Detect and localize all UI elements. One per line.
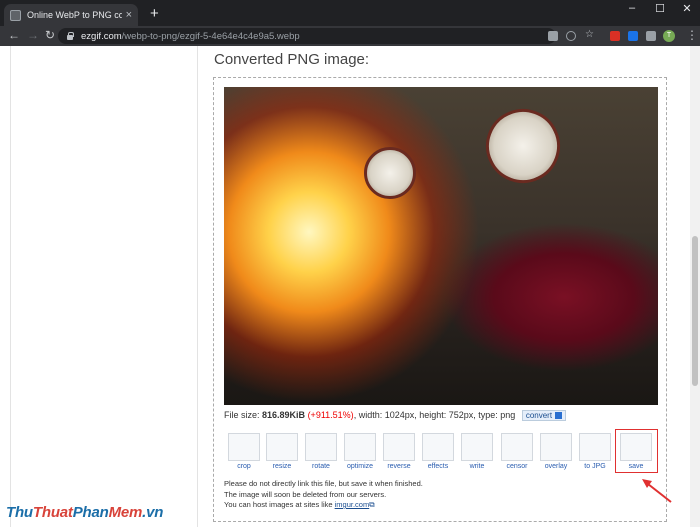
tool-crop-button[interactable]: crop: [227, 433, 261, 473]
url-path: /webp-to-png/ezgif-5-4e64e4c4e9a5.webp: [121, 30, 300, 42]
watermark-part: Phan: [72, 504, 109, 521]
write-icon: [461, 433, 493, 461]
browser-toolbar: ← → ↻ ezgif.com/webp-to-png/ezgif-5-4e64…: [0, 26, 700, 46]
menu-icon[interactable]: ⋮: [686, 28, 698, 42]
star-icon[interactable]: ☆: [585, 29, 597, 40]
tool-label: rotate: [312, 463, 330, 470]
url-text[interactable]: ezgif.com/webp-to-png/ezgif-5-4e64e4c4e9…: [81, 31, 300, 42]
tool-label: resize: [272, 463, 292, 470]
external-link-icon: ⧉: [369, 500, 375, 509]
forward-button[interactable]: →: [27, 28, 39, 42]
tool-label: overlay: [544, 463, 568, 470]
ezgif-favicon-icon: [10, 9, 21, 21]
watermark-part: Thu: [6, 504, 33, 521]
drum-right: [473, 96, 573, 196]
tool-write-button[interactable]: write: [460, 433, 494, 473]
watermark-part: .vn: [142, 504, 164, 521]
convert-label: convert: [525, 411, 553, 420]
note-line-1: Please do not directly link this file, b…: [224, 479, 423, 488]
censor-icon: [501, 433, 533, 461]
page-viewport: Converted PNG image: File size: 816.89Ki…: [0, 46, 700, 527]
tab-title: Online WebP to PNG converter: [27, 10, 122, 20]
watermark-part: Mem: [108, 504, 143, 521]
tool-resize-button[interactable]: resize: [265, 433, 299, 473]
tool-label: optimize: [346, 463, 374, 470]
converted-image-panel: File size: 816.89KiB (+911.51%), width: …: [213, 77, 667, 522]
resize-icon: [266, 433, 298, 461]
watermark-part: Thuat: [32, 504, 73, 521]
tab-close-icon[interactable]: ×: [126, 9, 132, 21]
profile-avatar[interactable]: T: [663, 30, 675, 42]
note-line-3: You can host images at sites like imgur.…: [224, 500, 423, 511]
close-window-button[interactable]: ✕: [677, 2, 697, 15]
eye-off-icon[interactable]: [566, 31, 576, 41]
watermark-logo: ThuThuatPhanMem.vn: [6, 504, 163, 521]
tool-reverse-button[interactable]: reverse: [382, 433, 416, 473]
reverse-icon: [383, 433, 415, 461]
reload-button[interactable]: ↻: [45, 28, 55, 42]
tool-optimize-button[interactable]: optimize: [343, 433, 377, 473]
rotate-icon: [305, 433, 337, 461]
tool-label: reverse: [387, 463, 411, 470]
tool-label: censor: [506, 463, 528, 470]
save-highlight-frame: [615, 429, 658, 473]
scrollbar[interactable]: [690, 46, 700, 527]
url-host: ezgif.com: [81, 30, 122, 42]
minimize-button[interactable]: –: [622, 2, 642, 14]
file-details: , width: 1024px, height: 752px, type: pn…: [353, 410, 516, 420]
tool-label: to JPG: [584, 463, 606, 470]
maximize-button[interactable]: ☐: [650, 2, 670, 15]
page-heading: Converted PNG image:: [214, 51, 370, 68]
left-sidebar-column: [10, 46, 198, 527]
tool-label: write: [469, 463, 485, 470]
to-jpg-icon: [579, 433, 611, 461]
tool-effects-button[interactable]: effects: [421, 433, 455, 473]
crop-icon: [228, 433, 260, 461]
note-line-3-prefix: You can host images at sites like: [224, 500, 335, 509]
file-info: File size: 816.89KiB (+911.51%), width: …: [224, 410, 567, 421]
convert-button[interactable]: convert: [521, 410, 567, 421]
back-button[interactable]: ←: [8, 28, 20, 42]
translate-icon[interactable]: [548, 31, 558, 41]
download-arrow-icon: [555, 412, 563, 419]
tool-label: crop: [237, 463, 251, 470]
tool-overlay-button[interactable]: overlay: [539, 433, 573, 473]
tool-censor-button[interactable]: censor: [500, 433, 534, 473]
lock-icon: [66, 32, 74, 40]
extension-s-icon[interactable]: [628, 31, 638, 41]
optimize-icon: [344, 433, 376, 461]
effects-icon: [422, 433, 454, 461]
tool-label: effects: [427, 463, 449, 470]
file-size-prefix: File size:: [224, 410, 263, 420]
converted-image[interactable]: [224, 87, 658, 405]
overlay-icon: [540, 433, 572, 461]
size-change: (+911.51%): [307, 410, 354, 420]
browser-tab[interactable]: Online WebP to PNG converter ×: [4, 4, 138, 26]
adblock-extension-icon[interactable]: [610, 31, 620, 41]
scrollbar-thumb[interactable]: [692, 236, 698, 386]
tool-to-jpg-button[interactable]: to JPG: [578, 433, 612, 473]
address-bar[interactable]: ezgif.com/webp-to-png/ezgif-5-4e64e4c4e9…: [58, 28, 556, 44]
notes: Please do not directly link this file, b…: [224, 479, 423, 511]
drum-left: [364, 147, 416, 199]
new-tab-button[interactable]: +: [150, 5, 159, 22]
browser-tab-bar: Online WebP to PNG converter × + – ☐ ✕: [0, 0, 700, 26]
note-line-2: The image will soon be deleted from our …: [224, 489, 387, 499]
puzzle-extensions-icon[interactable]: [646, 31, 656, 41]
tool-rotate-button[interactable]: rotate: [304, 433, 338, 473]
imgur-link[interactable]: imgur.com: [335, 500, 370, 509]
file-size: 816.89KiB: [262, 410, 306, 420]
